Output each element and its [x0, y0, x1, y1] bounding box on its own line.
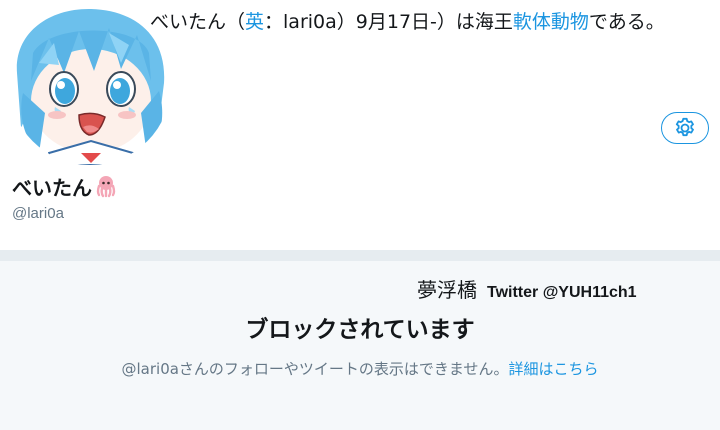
- watermark-handle: Twitter @YUH11ch1: [487, 284, 637, 301]
- avatar-illustration: [9, 3, 171, 165]
- blocked-description-text: @lari0aさんのフォローやツイートの表示はできません。: [121, 360, 509, 378]
- gear-icon: [675, 117, 694, 137]
- display-name-text: べいたん: [12, 175, 92, 200]
- watermark: 夢浮橋 Twitter @YUH11ch1: [417, 274, 637, 303]
- bio-text-2: ：lari0a）9月17日-）は海王: [264, 11, 513, 33]
- bio-lang-link[interactable]: 英: [245, 11, 264, 33]
- learn-more-link[interactable]: 詳細はこちら: [508, 360, 598, 378]
- profile-header: べいたん（英：lari0a）9月17日-）は海王軟体動物である。 べいたん @l…: [0, 0, 720, 250]
- display-name: べいたん: [12, 172, 118, 200]
- bio-text-3: である。: [588, 11, 665, 33]
- avatar[interactable]: [9, 3, 171, 165]
- watermark-name: 夢浮橋: [417, 278, 477, 302]
- settings-button[interactable]: [661, 112, 709, 144]
- profile-handle: @lari0a: [12, 205, 64, 222]
- blocked-title: ブロックされています: [245, 317, 475, 343]
- section-divider: [0, 250, 720, 261]
- bio-text-1: べいたん（: [150, 11, 246, 33]
- bio-mollusc-link[interactable]: 軟体動物: [513, 11, 589, 33]
- octopus-emoji-icon: [96, 176, 116, 198]
- blocked-description: @lari0aさんのフォローやツイートの表示はできません。詳細はこちら: [0, 358, 720, 379]
- profile-bio: べいたん（英：lari0a）9月17日-）は海王軟体動物である。: [150, 8, 720, 36]
